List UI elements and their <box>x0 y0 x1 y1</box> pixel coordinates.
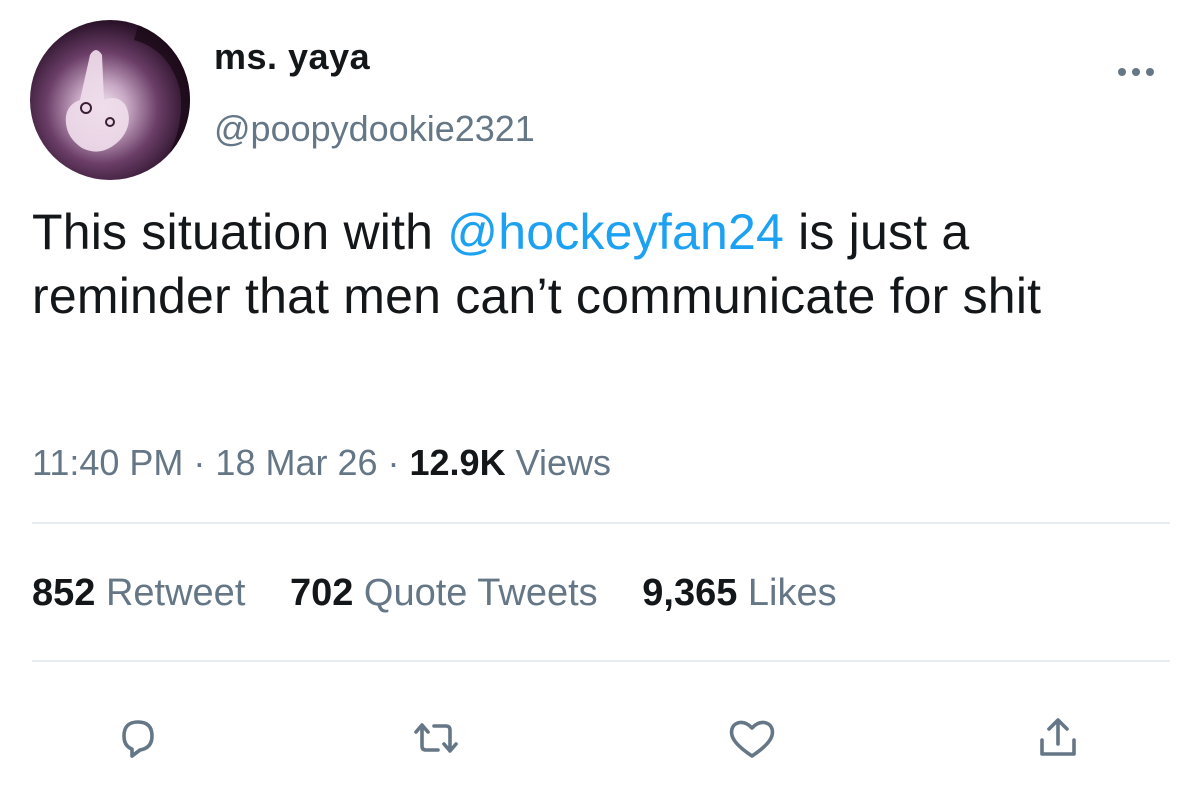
tweet-text-before: This situation with <box>32 204 448 260</box>
likes-stat[interactable]: 9,365 Likes <box>642 572 836 614</box>
reply-button[interactable] <box>110 710 166 766</box>
retweets-label: Retweet <box>105 572 246 614</box>
views-count: 12.9K <box>409 442 506 483</box>
meta-separator: · <box>387 442 400 483</box>
avatar[interactable] <box>30 20 190 180</box>
retweet-icon <box>414 723 458 753</box>
avatar-photo <box>65 20 190 180</box>
retweets-stat[interactable]: 852 Retweet <box>32 572 245 614</box>
tweet-detail: ms. yaya @poopydookie2321 This situation… <box>0 0 1200 798</box>
like-heart-icon <box>729 720 775 758</box>
more-options-button[interactable] <box>1116 64 1160 80</box>
quote-tweets-stat[interactable]: 702 Quote Tweets <box>290 572 598 614</box>
tweet-date[interactable]: 18 Mar 26 <box>215 442 377 483</box>
tweet-text: This situation with @hockeyfan24 is just… <box>32 200 1162 328</box>
user-handle[interactable]: @poopydookie2321 <box>214 108 535 150</box>
meta-separator: · <box>193 442 206 483</box>
views-label: Views <box>515 442 611 483</box>
likes-count: 9,365 <box>642 572 738 614</box>
like-button[interactable] <box>724 710 780 766</box>
display-name[interactable]: ms. yaya <box>214 36 370 78</box>
tweet-time[interactable]: 11:40 PM <box>32 442 183 483</box>
more-dots-icon <box>1118 68 1154 76</box>
divider <box>32 660 1170 662</box>
mention-link[interactable]: @hockeyfan24 <box>447 204 784 260</box>
divider <box>32 522 1170 524</box>
share-button[interactable] <box>1030 710 1086 766</box>
share-icon <box>1040 718 1076 756</box>
tweet-stats: 852 Retweet 702 Quote Tweets 9,365 Likes <box>32 572 871 615</box>
likes-label: Likes <box>747 572 837 614</box>
retweet-button[interactable] <box>408 710 464 766</box>
retweets-count: 852 <box>32 572 96 614</box>
reply-icon <box>122 720 154 758</box>
tweet-meta: 11:40 PM · 18 Mar 26 · 12.9K Views <box>32 442 611 484</box>
quote-tweets-label: Quote Tweets <box>363 572 598 614</box>
quote-tweets-count: 702 <box>289 572 354 614</box>
